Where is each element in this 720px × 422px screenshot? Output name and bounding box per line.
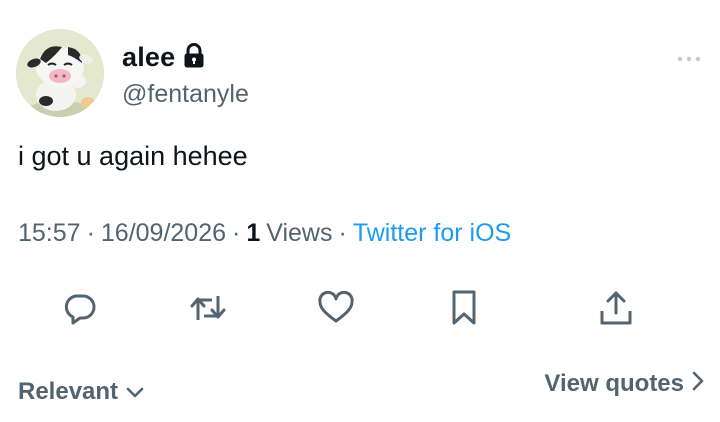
reply-button[interactable]: [60, 290, 100, 330]
heart-icon: [317, 290, 355, 331]
cow-avatar-image: [16, 29, 104, 117]
separator: ·: [86, 219, 95, 247]
bookmark-icon: [449, 289, 479, 332]
tweet-text: i got u again hehee: [18, 141, 248, 171]
tweet-source-link[interactable]: Twitter for iOS: [353, 219, 511, 248]
like-button[interactable]: [316, 290, 356, 330]
tweet-metadata: 15:57 · 16/09/2026 · 1 Views · Twitter f…: [18, 219, 511, 248]
reply-icon: [62, 290, 98, 331]
sort-label: Relevant: [18, 378, 119, 405]
author-name-row: alee: [122, 40, 205, 74]
view-quotes-label: View quotes: [544, 370, 684, 397]
more-options-icon[interactable]: [676, 52, 702, 64]
share-button[interactable]: [596, 290, 636, 330]
views-count[interactable]: 1: [246, 219, 260, 248]
bookmark-button[interactable]: [444, 290, 484, 330]
chevron-right-icon: [692, 370, 704, 398]
retweet-icon: [188, 290, 228, 331]
retweet-button[interactable]: [188, 290, 228, 330]
tweet-time[interactable]: 15:57: [18, 219, 81, 248]
separator: ·: [232, 219, 241, 247]
author-handle[interactable]: @fentanyle: [122, 80, 249, 109]
share-icon: [598, 289, 634, 332]
avatar[interactable]: [16, 29, 104, 117]
author-display-name[interactable]: alee: [122, 42, 175, 73]
tweet-date[interactable]: 16/09/2026: [101, 219, 226, 248]
view-quotes-link[interactable]: View quotes: [544, 370, 704, 398]
lock-icon: [183, 43, 205, 69]
views-label[interactable]: Views: [260, 219, 332, 248]
chevron-down-icon: [126, 378, 144, 406]
sort-replies-button[interactable]: Relevant: [18, 378, 144, 406]
separator: ·: [338, 219, 347, 247]
